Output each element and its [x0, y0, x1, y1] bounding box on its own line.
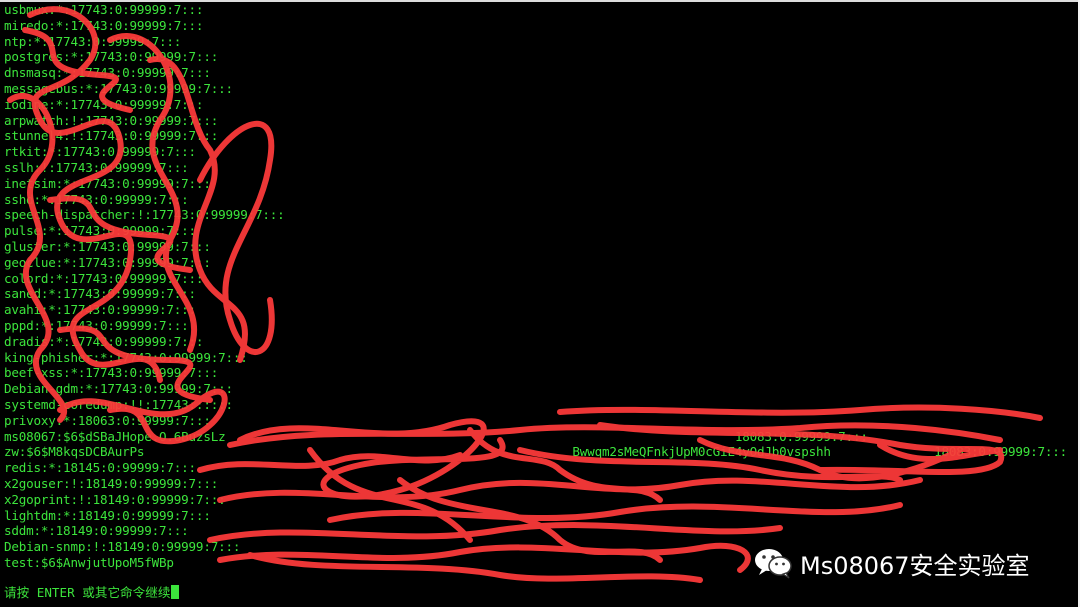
terminal-line: arpwatch:!:17743:0:99999:7:::	[4, 112, 219, 128]
terminal-line: systemd-coredump:!!:17743::::::	[4, 396, 233, 412]
prompt-text: 请按 ENTER 或其它命令继续	[4, 585, 171, 600]
watermark-text: Ms08067安全实验室	[800, 551, 1030, 580]
terminal-line: postgres:*:17743:0:99999:7:::	[4, 49, 219, 65]
terminal-line: inetsim:*:17743:0:99999:7:::	[4, 175, 211, 191]
terminal-line: x2gouser:!:18149:0:99999:7:::	[4, 475, 219, 491]
watermark: Ms08067安全实验室	[752, 544, 1030, 582]
terminal-window[interactable]: usbmux:*:17743:0:99999:7::: miredo:*:177…	[0, 0, 1080, 611]
terminal-line: usbmux:*:17743:0:99999:7:::	[4, 2, 204, 17]
terminal-line: privoxy:*:18063:0:99999:7:::	[4, 412, 211, 428]
terminal-line: colord:*:17743:0:99999:7:::	[4, 270, 204, 286]
terminal-line: pulse:*:17743:0:99999:7:::	[4, 223, 196, 239]
terminal-line: Debian-gdm:*:17743:0:99999:7:::	[4, 381, 233, 397]
terminal-line: beef-xss:*:17743:0:99999:7:::	[4, 365, 219, 381]
terminal-line: x2goprint:!:18149:0:99999:7:::	[4, 491, 226, 507]
terminal-line: gluster:*:17743:0:99999:7:::	[4, 238, 211, 254]
terminal-line: dnsmasq:*:17743:0:99999:7:::	[4, 65, 211, 81]
terminal-line: avahi:*:17743:0:99999:7:::	[4, 302, 196, 318]
terminal-line: rtkit:*:17743:0:99999:7:::	[4, 144, 196, 160]
terminal-line: pppd:*:17743:0:99999:7:::	[4, 317, 189, 333]
wechat-icon	[755, 549, 792, 579]
terminal-line: speech-dispatcher:!:17743:0:99999:7:::	[4, 207, 285, 223]
window-bottom-edge	[0, 607, 1080, 611]
terminal-line: ms08067:$6$dSBaJHope.O.6BuzsLz 18083:0:9…	[4, 428, 868, 444]
terminal-line: zw:$6$M8kqsDCBAurPs Bwwqm2sMeQFnkjUpM0cG…	[4, 444, 1068, 460]
terminal-line: sslh:!:17743:0:99999:7:::	[4, 159, 189, 175]
terminal-line: king-phisher:*:17743:0:99999:7:::	[4, 349, 248, 365]
terminal-output: usbmux:*:17743:0:99999:7::: miredo:*:177…	[4, 2, 1067, 571]
terminal-line: ntp:*:17743:0:99999:7:::	[4, 33, 182, 49]
terminal-line: lightdm:*:18149:0:99999:7:::	[4, 507, 211, 523]
terminal-line: stunnel4:!:17743:0:99999:7:::	[4, 128, 219, 144]
text-cursor	[171, 585, 180, 599]
terminal-line: redis:*:18145:0:99999:7:::	[4, 460, 196, 476]
terminal-line: geoclue:*:17743:0:99999:7:::	[4, 254, 211, 270]
terminal-line: sddm:*:18149:0:99999:7:::	[4, 523, 189, 539]
terminal-line: messagebus:*:17743:0:99999:7:::	[4, 80, 233, 96]
terminal-prompt[interactable]: 请按 ENTER 或其它命令继续	[4, 584, 180, 602]
terminal-line: iodine:*:17743:0:99999:7:::	[4, 96, 204, 112]
terminal-line: miredo:*:17743:0:99999:7:::	[4, 17, 204, 33]
terminal-line: dradis:*:17743:0:99999:7:::	[4, 333, 204, 349]
terminal-line: saned:*:17743:0:99999:7:::	[4, 286, 196, 302]
terminal-line: sshd:*:17743:0:99999:7:::	[4, 191, 189, 207]
